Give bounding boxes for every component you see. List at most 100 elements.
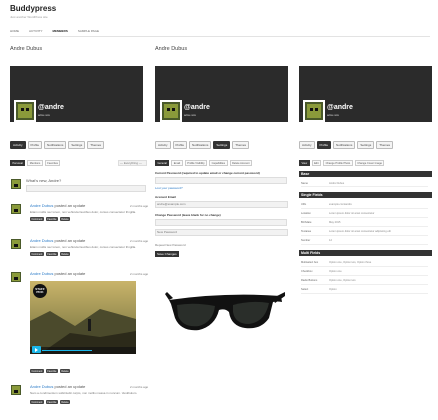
activity-author[interactable]: Andre Dubus xyxy=(30,238,53,243)
tab-settings[interactable]: Settings xyxy=(68,141,86,149)
avatar-3[interactable] xyxy=(303,100,325,122)
favorite-button[interactable]: Favorite xyxy=(45,217,58,221)
lost-password-link[interactable]: Lost your password? xyxy=(155,186,183,190)
tab-profile[interactable]: Profile xyxy=(316,141,332,149)
comment-button[interactable]: Comment xyxy=(30,400,44,404)
activity-action: posted an update xyxy=(54,203,86,208)
delete-button[interactable]: Delete xyxy=(59,217,71,221)
comment-button[interactable]: Comment xyxy=(30,252,44,256)
repeat-password-label: Repeat New Password xyxy=(155,243,186,247)
profile-subtabs: View Edit Change Profile Photo Change Co… xyxy=(299,160,385,166)
nav-sample-page[interactable]: SAMPLE PAGE xyxy=(78,29,99,33)
activity-time[interactable]: 2 months ago xyxy=(130,204,148,208)
tab-notifications[interactable]: Notifications xyxy=(44,141,67,149)
favorite-button[interactable]: Favorite xyxy=(45,400,58,404)
tab-activity[interactable]: Activity xyxy=(155,141,171,149)
profile-row: Checkbox Option one xyxy=(301,267,428,276)
play-icon[interactable] xyxy=(32,346,41,353)
activity-time[interactable]: 2 months ago xyxy=(130,385,148,389)
activity-avatar[interactable] xyxy=(10,238,22,250)
tab-settings[interactable]: Settings xyxy=(357,141,375,149)
header-divider xyxy=(10,36,430,37)
comment-button[interactable]: Comment xyxy=(30,369,44,373)
subtab-personal[interactable]: Personal xyxy=(10,160,26,166)
avatar-face-icon xyxy=(12,240,20,248)
tab-profile[interactable]: Profile xyxy=(27,141,43,149)
subtab-edit[interactable]: Edit xyxy=(311,160,322,166)
subtab-delete-account[interactable]: Delete Account xyxy=(229,160,253,166)
favorite-button[interactable]: Favorite xyxy=(45,369,58,373)
tab-notifications[interactable]: Notifications xyxy=(333,141,356,149)
subtab-mentions[interactable]: Mentions xyxy=(27,160,43,166)
site-title[interactable]: Buddypress xyxy=(10,4,56,13)
tab-settings[interactable]: Settings xyxy=(213,141,231,149)
top-navigation: HOME ACTIVITY MEMBERS SAMPLE PAGE xyxy=(10,29,99,33)
tab-themes[interactable]: Themes xyxy=(232,141,250,149)
multi-fields-header: Multi Fields xyxy=(299,250,432,256)
tab-profile[interactable]: Profile xyxy=(172,141,188,149)
account-email-label: Account Email xyxy=(155,195,176,199)
activity-author[interactable]: Andre Dubus xyxy=(30,384,53,389)
tab-activity[interactable]: Activity xyxy=(299,141,315,149)
tab-notifications[interactable]: Notifications xyxy=(189,141,212,149)
subtab-profile-visibility[interactable]: Profile Visibility xyxy=(184,160,208,166)
embedded-video[interactable]: STAFF PICK xyxy=(30,281,136,354)
active-status-3: active now xyxy=(327,114,339,117)
new-password-field[interactable] xyxy=(155,219,287,226)
nav-members[interactable]: MEMBERS xyxy=(53,29,68,33)
activity-avatar[interactable] xyxy=(10,384,22,396)
tab-activity[interactable]: Activity xyxy=(10,141,26,149)
tab-themes[interactable]: Themes xyxy=(376,141,394,149)
single-fields: URL example.com/andre Location Lorem ipsum… xyxy=(301,200,428,245)
avatar-face-icon xyxy=(164,104,178,118)
activity-author[interactable]: Andre Dubus xyxy=(30,203,53,208)
account-email-field[interactable]: andre@example.com xyxy=(155,201,288,208)
avatar-1[interactable] xyxy=(14,100,36,122)
activity-buttons: Comment Favorite Delete xyxy=(30,400,71,404)
avatar-face-icon xyxy=(12,205,20,213)
avatar-face-icon xyxy=(307,104,321,118)
tab-themes[interactable]: Themes xyxy=(87,141,105,149)
activity-time[interactable]: 2 months ago xyxy=(130,272,148,276)
whats-new-textarea[interactable] xyxy=(26,185,146,192)
profile-row: Multiselect box Option one, Option two, O… xyxy=(301,258,428,267)
delete-button[interactable]: Delete xyxy=(59,400,71,404)
profile-row: Birthdate May 2015 xyxy=(301,218,428,227)
new-password-confirm-field[interactable]: New Password xyxy=(155,229,288,236)
activity-action: posted an update xyxy=(54,271,86,276)
column-1-title: Andre Dubus xyxy=(10,46,43,52)
current-password-field[interactable] xyxy=(155,177,287,184)
subtab-general[interactable]: General xyxy=(155,160,170,166)
activity-header: Andre Dubus posted an update xyxy=(30,384,85,389)
activity-header: Andre Dubus posted an update xyxy=(30,203,85,208)
subtab-view[interactable]: View xyxy=(299,160,310,166)
delete-button[interactable]: Delete xyxy=(59,369,71,373)
nav-home[interactable]: HOME xyxy=(10,29,19,33)
subtab-change-photo[interactable]: Change Profile Photo xyxy=(323,160,353,166)
comment-button[interactable]: Comment xyxy=(30,217,44,221)
profile-tabs-2: Activity Profile Notifications Settings … xyxy=(155,141,250,149)
delete-button[interactable]: Delete xyxy=(59,252,71,256)
base-section-header: Base xyxy=(299,171,432,177)
profile-tabs-1: Activity Profile Notifications Settings … xyxy=(10,141,105,149)
activity-subtabs: Personal Mentions Favorites xyxy=(10,160,61,166)
favorite-button[interactable]: Favorite xyxy=(45,252,58,256)
change-password-label: Change Password (leave blank for no chan… xyxy=(155,213,221,217)
profile-tabs-3: Activity Profile Notifications Settings … xyxy=(299,141,394,149)
activity-avatar[interactable] xyxy=(10,203,22,215)
subtab-change-cover[interactable]: Change Cover Image xyxy=(354,160,385,166)
avatar-face-icon xyxy=(12,180,20,188)
activity-author[interactable]: Andre Dubus xyxy=(30,271,53,276)
subtab-favorites[interactable]: Favorites xyxy=(44,160,61,166)
settings-subtabs: General Email Profile Visibility Capabil… xyxy=(155,160,253,166)
activity-filter-select[interactable]: — Everything — xyxy=(118,160,147,166)
activity-action: posted an update xyxy=(54,238,86,243)
subtab-capabilities[interactable]: Capabilities xyxy=(209,160,228,166)
subtab-email[interactable]: Email xyxy=(171,160,183,166)
save-changes-button[interactable]: Save Changes xyxy=(155,251,179,257)
activity-avatar[interactable] xyxy=(10,271,22,283)
avatar-face-icon xyxy=(12,386,20,394)
nav-activity[interactable]: ACTIVITY xyxy=(29,29,43,33)
avatar-2[interactable] xyxy=(160,100,182,122)
activity-time[interactable]: 2 months ago xyxy=(130,239,148,243)
